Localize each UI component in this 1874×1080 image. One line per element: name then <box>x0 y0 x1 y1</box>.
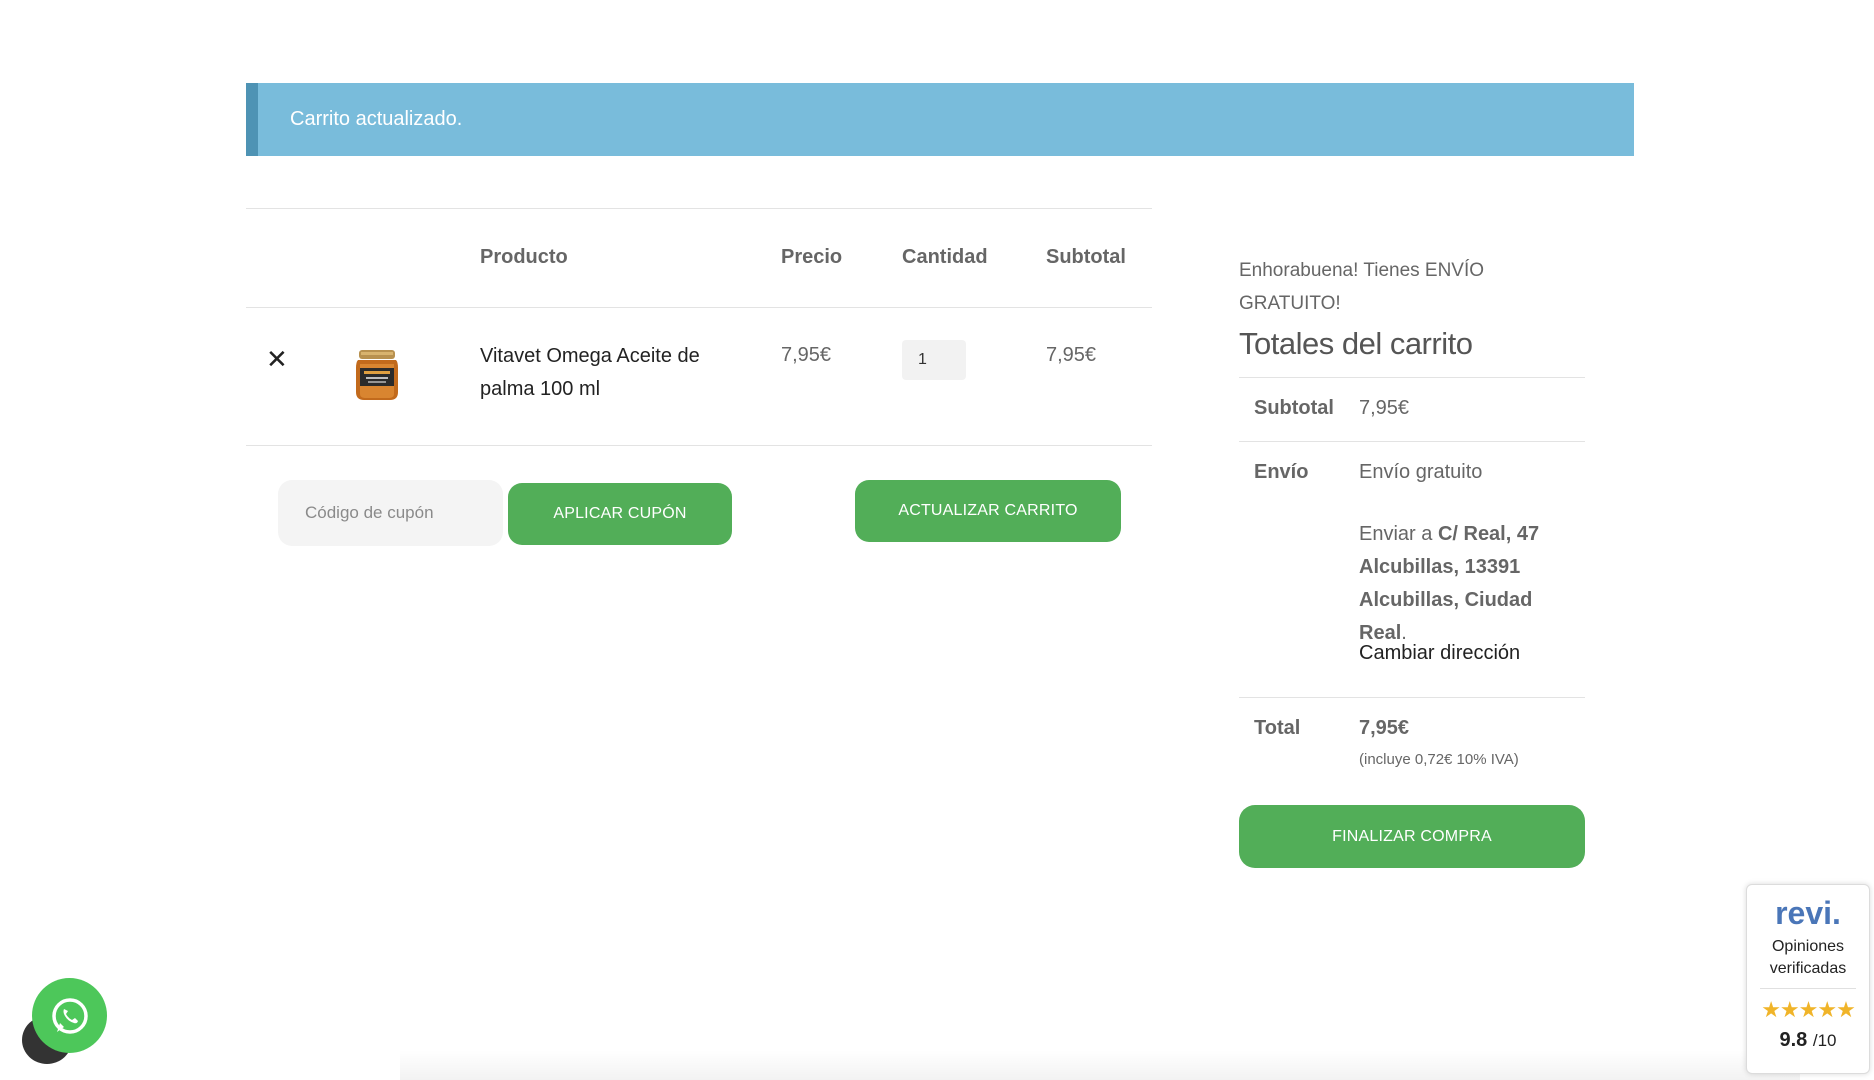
header-quantity: Cantidad <box>902 246 988 268</box>
total-label: Total <box>1254 717 1301 739</box>
header-divider <box>246 307 1152 308</box>
product-name-link[interactable]: Vitavet Omega Aceite de palma 100 ml <box>480 340 720 406</box>
remove-item-icon[interactable]: ✕ <box>266 346 288 372</box>
checkout-button[interactable]: FINALIZAR COMPRA <box>1239 805 1585 868</box>
whatsapp-chat-button[interactable] <box>32 978 107 1053</box>
revi-reviews-badge[interactable]: revi. Opiniones verificadas ★★★★★ 9.8 /1… <box>1746 884 1870 1074</box>
ship-to-suffix: . <box>1401 622 1407 644</box>
coupon-code-input[interactable] <box>278 480 503 546</box>
header-price: Precio <box>781 246 843 268</box>
notice-text: Carrito actualizado. <box>290 108 463 130</box>
cart-totals-title: Totales del carrito <box>1239 326 1473 361</box>
revi-score-value: 9.8 <box>1779 1029 1808 1051</box>
product-thumbnail[interactable] <box>354 348 400 402</box>
subtotal-row: Subtotal 7,95€ <box>1239 377 1585 441</box>
change-address-link[interactable]: Cambiar dirección <box>1359 642 1520 665</box>
update-cart-button[interactable]: ACTUALIZAR CARRITO <box>855 480 1121 542</box>
product-subtotal: 7,95€ <box>1046 344 1097 366</box>
product-price: 7,95€ <box>781 344 832 366</box>
revi-caption-line2: verificadas <box>1769 960 1847 977</box>
row-divider <box>246 445 1152 446</box>
revi-logo: revi. <box>1775 895 1841 931</box>
ship-to-prefix: Enviar a <box>1359 523 1433 545</box>
revi-divider <box>1760 988 1856 989</box>
header-product: Producto <box>480 246 568 268</box>
cart-totals: Enhorabuena! Tienes ENVÍO GRATUITO! Tota… <box>1239 254 1585 868</box>
total-row: Total 7,95€ (incluye 0,72€ 10% IVA) <box>1239 697 1585 783</box>
shipping-address: Enviar a C/ Real, 47 Alcubillas, 13391 A… <box>1359 518 1569 650</box>
free-shipping-message: Enhorabuena! Tienes ENVÍO GRATUITO! <box>1239 260 1485 314</box>
shipping-row: Envío Envío gratuito Enviar a C/ Real, 4… <box>1239 441 1585 697</box>
whatsapp-icon <box>51 997 88 1034</box>
page-bottom-shadow <box>400 1050 1800 1080</box>
quantity-input[interactable] <box>902 340 966 380</box>
revi-caption-line1: Opiniones <box>1771 938 1845 955</box>
revi-caption: Opiniones verificadas <box>1747 936 1869 980</box>
total-value: 7,95€ <box>1359 717 1410 739</box>
apply-coupon-button[interactable]: APLICAR CUPÓN <box>508 483 732 545</box>
subtotal-value: 7,95€ <box>1359 397 1410 419</box>
revi-score: 9.8 /10 <box>1747 1029 1869 1052</box>
subtotal-label: Subtotal <box>1254 397 1334 419</box>
rating-stars-icon: ★★★★★ <box>1761 997 1856 1022</box>
tax-note: (incluye 0,72€ 10% IVA) <box>1359 751 1519 768</box>
shipping-method: Envío gratuito <box>1359 461 1483 483</box>
table-top-divider <box>246 208 1152 209</box>
header-subtotal: Subtotal <box>1046 246 1126 268</box>
cart-updated-notice: Carrito actualizado. <box>246 83 1634 156</box>
revi-score-scale: /10 <box>1812 1031 1837 1050</box>
shipping-label: Envío <box>1254 461 1309 483</box>
